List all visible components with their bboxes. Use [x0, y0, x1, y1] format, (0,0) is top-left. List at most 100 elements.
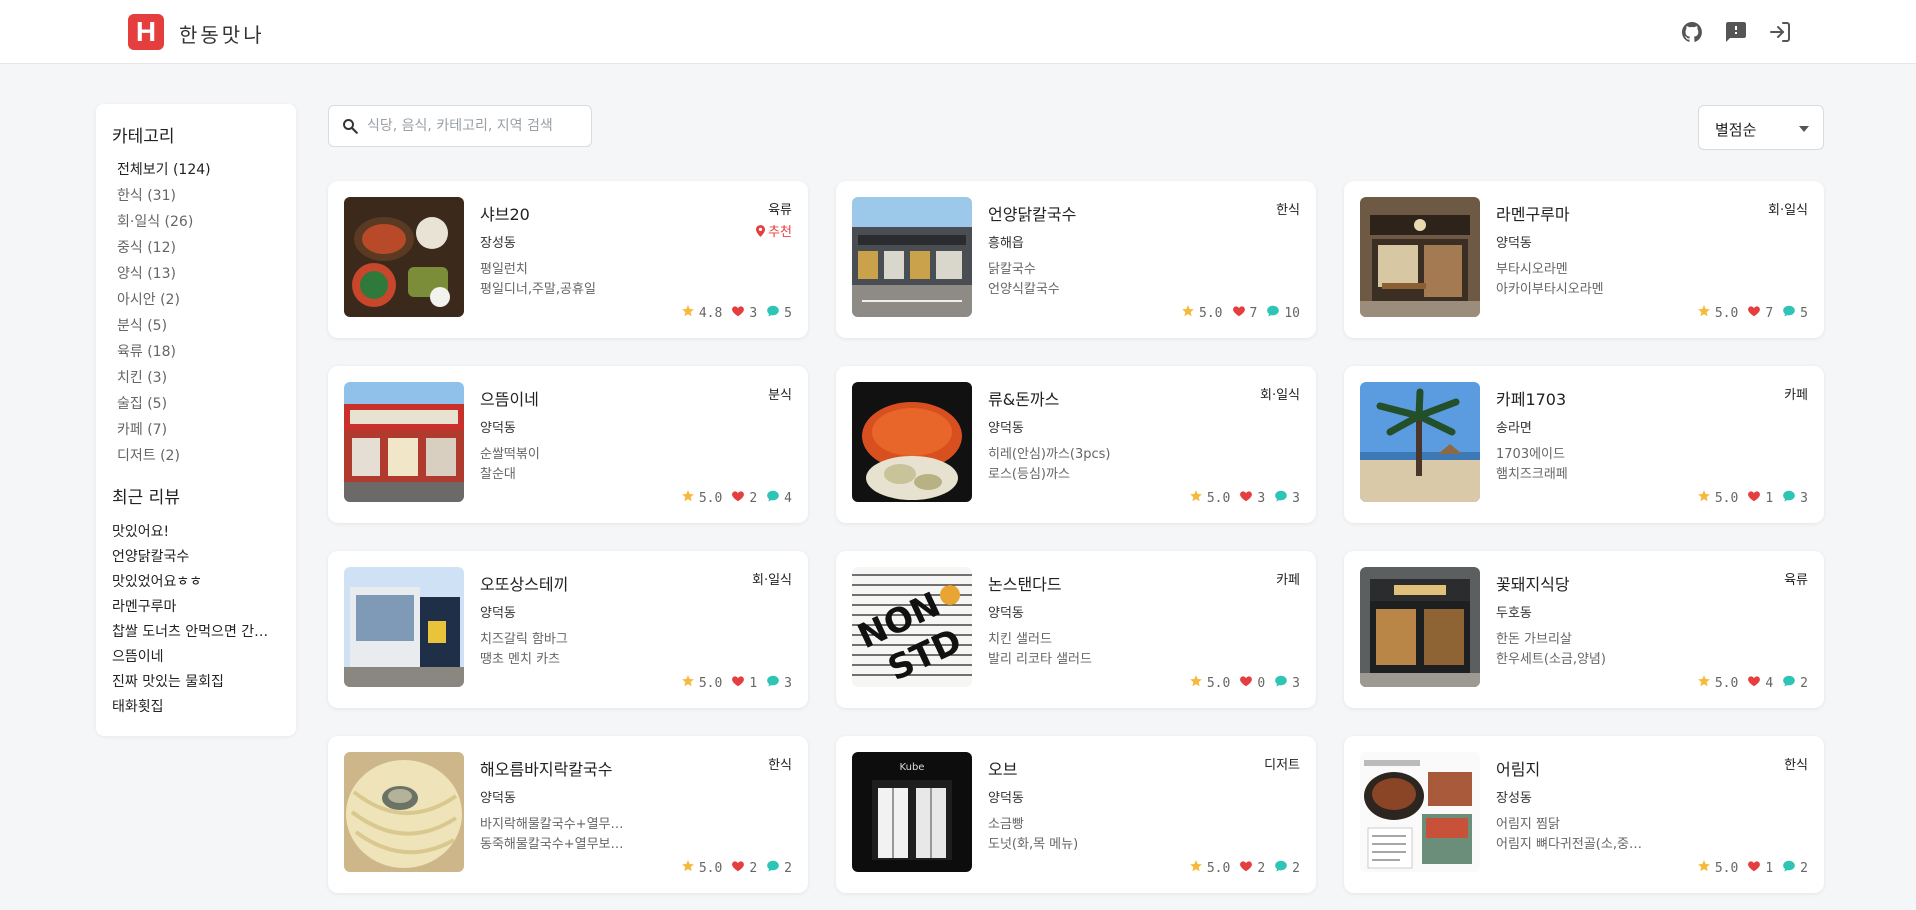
restaurant-photo[interactable]	[1360, 752, 1480, 872]
restaurant-name[interactable]: 류&돈까스	[988, 386, 1059, 410]
restaurant-photo[interactable]	[852, 197, 972, 317]
rating-value: 5.0	[1206, 490, 1231, 506]
recent-review-item[interactable]: 찹쌀 도너츠 안먹으면 간첩 의심됨	[112, 620, 280, 645]
heart-icon	[1239, 489, 1257, 507]
login-icon[interactable]	[1768, 20, 1792, 44]
restaurant-category: 카페	[1276, 573, 1300, 588]
recent-review-item[interactable]: 진짜 맛있는 물회집	[112, 670, 280, 695]
restaurant-name[interactable]: 논스탠다드	[988, 571, 1062, 595]
comment-icon	[1266, 304, 1284, 322]
restaurant-category: 디저트	[1264, 758, 1300, 773]
restaurant-name[interactable]: 카페1703	[1496, 386, 1566, 410]
star-icon	[681, 489, 699, 507]
restaurant-card[interactable]: Kube 오브 양덕동 소금빵 도넛(화,목 메뉴) 디저트 5.0 2 2	[836, 736, 1316, 893]
restaurant-card[interactable]: 해오름바지락칼국수 양덕동 바지락해물칼국수+열무보리밥 동죽해물칼국수+열무보…	[328, 736, 808, 893]
github-icon[interactable]	[1680, 20, 1704, 44]
restaurant-stats: 5.0 1 3	[1688, 490, 1808, 506]
restaurant-name[interactable]: 어림지	[1496, 756, 1540, 780]
recent-review-item[interactable]: 으뜸이네	[112, 645, 280, 670]
rating-stat: 5.0	[1189, 489, 1230, 507]
likes-stat: 7	[1232, 304, 1257, 322]
restaurant-card[interactable]: 라멘구루마 양덕동 부타시오라멘 아카이부타시오라멘 회·일식 5.0 7 5	[1344, 181, 1824, 338]
restaurant-name[interactable]: 오또상스테끼	[480, 571, 568, 595]
restaurant-card[interactable]: NON STD 논스탠다드 양덕동 치킨 샐러드 발리 리코타 샐러드 카페 5.…	[836, 551, 1316, 708]
restaurant-name[interactable]: 언양닭칼국수	[988, 201, 1076, 225]
app-logo[interactable]: H	[128, 14, 164, 50]
rating-stat: 5.0	[681, 489, 722, 507]
category-item-korean[interactable]: 한식 (31)	[112, 183, 280, 209]
restaurant-photo[interactable]: NON STD	[852, 567, 972, 687]
recent-review-item[interactable]: 라멘구루마	[112, 595, 280, 620]
likes-count: 2	[749, 860, 758, 876]
restaurant-card[interactable]: 꽃돼지식당 두호동 한돈 가브리살 한우세트(소금,양념) 육류 5.0 4 2	[1344, 551, 1824, 708]
comments-count: 5	[1800, 305, 1808, 321]
restaurant-photo[interactable]	[344, 567, 464, 687]
chevron-down-icon	[1799, 126, 1809, 132]
category-item-chicken[interactable]: 치킨 (3)	[112, 365, 280, 391]
restaurant-name[interactable]: 샤브20	[480, 201, 530, 225]
restaurant-card[interactable]: 샤브20 장성동 평일런치 평일디너,주말,공휴일 육류 추천 4.8 3 5	[328, 181, 808, 338]
comments-count: 5	[784, 305, 792, 321]
restaurant-card[interactable]: 오또상스테끼 양덕동 치즈갈릭 함바그 땡초 멘치 카츠 회·일식 5.0 1 …	[328, 551, 808, 708]
restaurant-category: 분식	[768, 388, 792, 403]
category-item-snack[interactable]: 분식 (5)	[112, 313, 280, 339]
category-item-western[interactable]: 양식 (13)	[112, 261, 280, 287]
app-title[interactable]: 한동맛나	[179, 19, 265, 48]
restaurant-card[interactable]: 류&돈까스 양덕동 히레(안심)까스(3pcs) 로스(등심)까스 회·일식 5…	[836, 366, 1316, 523]
restaurant-menu-item: 땡초 멘치 카츠	[480, 652, 561, 667]
likes-count: 3	[1257, 490, 1266, 506]
category-item-dessert[interactable]: 디저트 (2)	[112, 443, 280, 469]
restaurant-photo[interactable]	[344, 382, 464, 502]
restaurant-card[interactable]: 으뜸이네 양덕동 순쌀떡볶이 찰순대 분식 5.0 2 4	[328, 366, 808, 523]
restaurant-name[interactable]: 해오름바지락칼국수	[480, 756, 612, 780]
category-item-japanese[interactable]: 회·일식 (26)	[112, 209, 280, 235]
comments-stat: 5	[1782, 304, 1808, 322]
restaurant-photo[interactable]: Kube	[852, 752, 972, 872]
restaurant-region: 양덕동	[988, 606, 1024, 621]
category-item-cafe[interactable]: 카페 (7)	[112, 417, 280, 443]
rating-value: 5.0	[698, 860, 723, 876]
category-item-meat[interactable]: 육류 (18)	[112, 339, 280, 365]
categories-heading: 카테고리	[112, 127, 175, 147]
likes-count: 2	[1257, 860, 1266, 876]
rating-stat: 5.0	[681, 859, 722, 877]
comments-count: 10	[1284, 305, 1300, 321]
restaurant-photo[interactable]	[852, 382, 972, 502]
category-item-bar[interactable]: 술집 (5)	[112, 391, 280, 417]
comments-count: 2	[1800, 860, 1808, 876]
feedback-icon[interactable]	[1724, 20, 1748, 44]
sort-select[interactable]: 별점순	[1698, 105, 1824, 150]
recommend-badge-label: 추천	[768, 225, 792, 240]
restaurant-card[interactable]: 카페1703 송라면 1703에이드 햄치즈크래페 카페 5.0 1 3	[1344, 366, 1824, 523]
category-item-chinese[interactable]: 중식 (12)	[112, 235, 280, 261]
restaurant-photo[interactable]	[344, 197, 464, 317]
category-item-all[interactable]: 전체보기 (124)	[112, 157, 280, 183]
restaurant-menu-item: 아카이부타시오라멘	[1496, 282, 1604, 297]
star-icon	[681, 859, 699, 877]
restaurant-photo[interactable]	[1360, 197, 1480, 317]
restaurant-photo[interactable]	[1360, 567, 1480, 687]
recent-review-item[interactable]: 맛있었어요ㅎㅎ	[112, 570, 280, 595]
restaurant-photo[interactable]	[1360, 382, 1480, 502]
restaurant-category: 카페	[1784, 388, 1808, 403]
recent-reviews-heading: 최근 리뷰	[112, 488, 180, 508]
restaurant-menu-item: 평일런치	[480, 262, 528, 277]
category-item-asian[interactable]: 아시안 (2)	[112, 287, 280, 313]
restaurant-region: 장성동	[480, 236, 516, 251]
restaurant-category: 회·일식	[1767, 203, 1808, 218]
restaurant-card[interactable]: 언양닭칼국수 흥해읍 닭칼국수 언양식칼국수 한식 5.0 7 10	[836, 181, 1316, 338]
restaurant-name[interactable]: 으뜸이네	[480, 386, 539, 410]
comment-icon	[1782, 674, 1800, 692]
search-input[interactable]	[367, 114, 583, 138]
restaurant-name[interactable]: 꽃돼지식당	[1496, 571, 1570, 595]
star-icon	[1697, 859, 1715, 877]
recent-review-item[interactable]: 맛있어요!	[112, 520, 280, 545]
restaurant-card[interactable]: 어림지 장성동 어림지 찜닭 어림지 뼈다귀전골(소,중,대) 한식 5.0 1…	[1344, 736, 1824, 893]
heart-icon	[731, 674, 749, 692]
restaurant-name[interactable]: 오브	[988, 756, 1017, 780]
restaurant-name[interactable]: 라멘구루마	[1496, 201, 1570, 225]
restaurant-photo[interactable]	[344, 752, 464, 872]
recent-review-item[interactable]: 언양닭칼국수	[112, 545, 280, 570]
rating-value: 5.0	[1714, 860, 1739, 876]
recent-review-item[interactable]: 태화횟집	[112, 695, 280, 720]
